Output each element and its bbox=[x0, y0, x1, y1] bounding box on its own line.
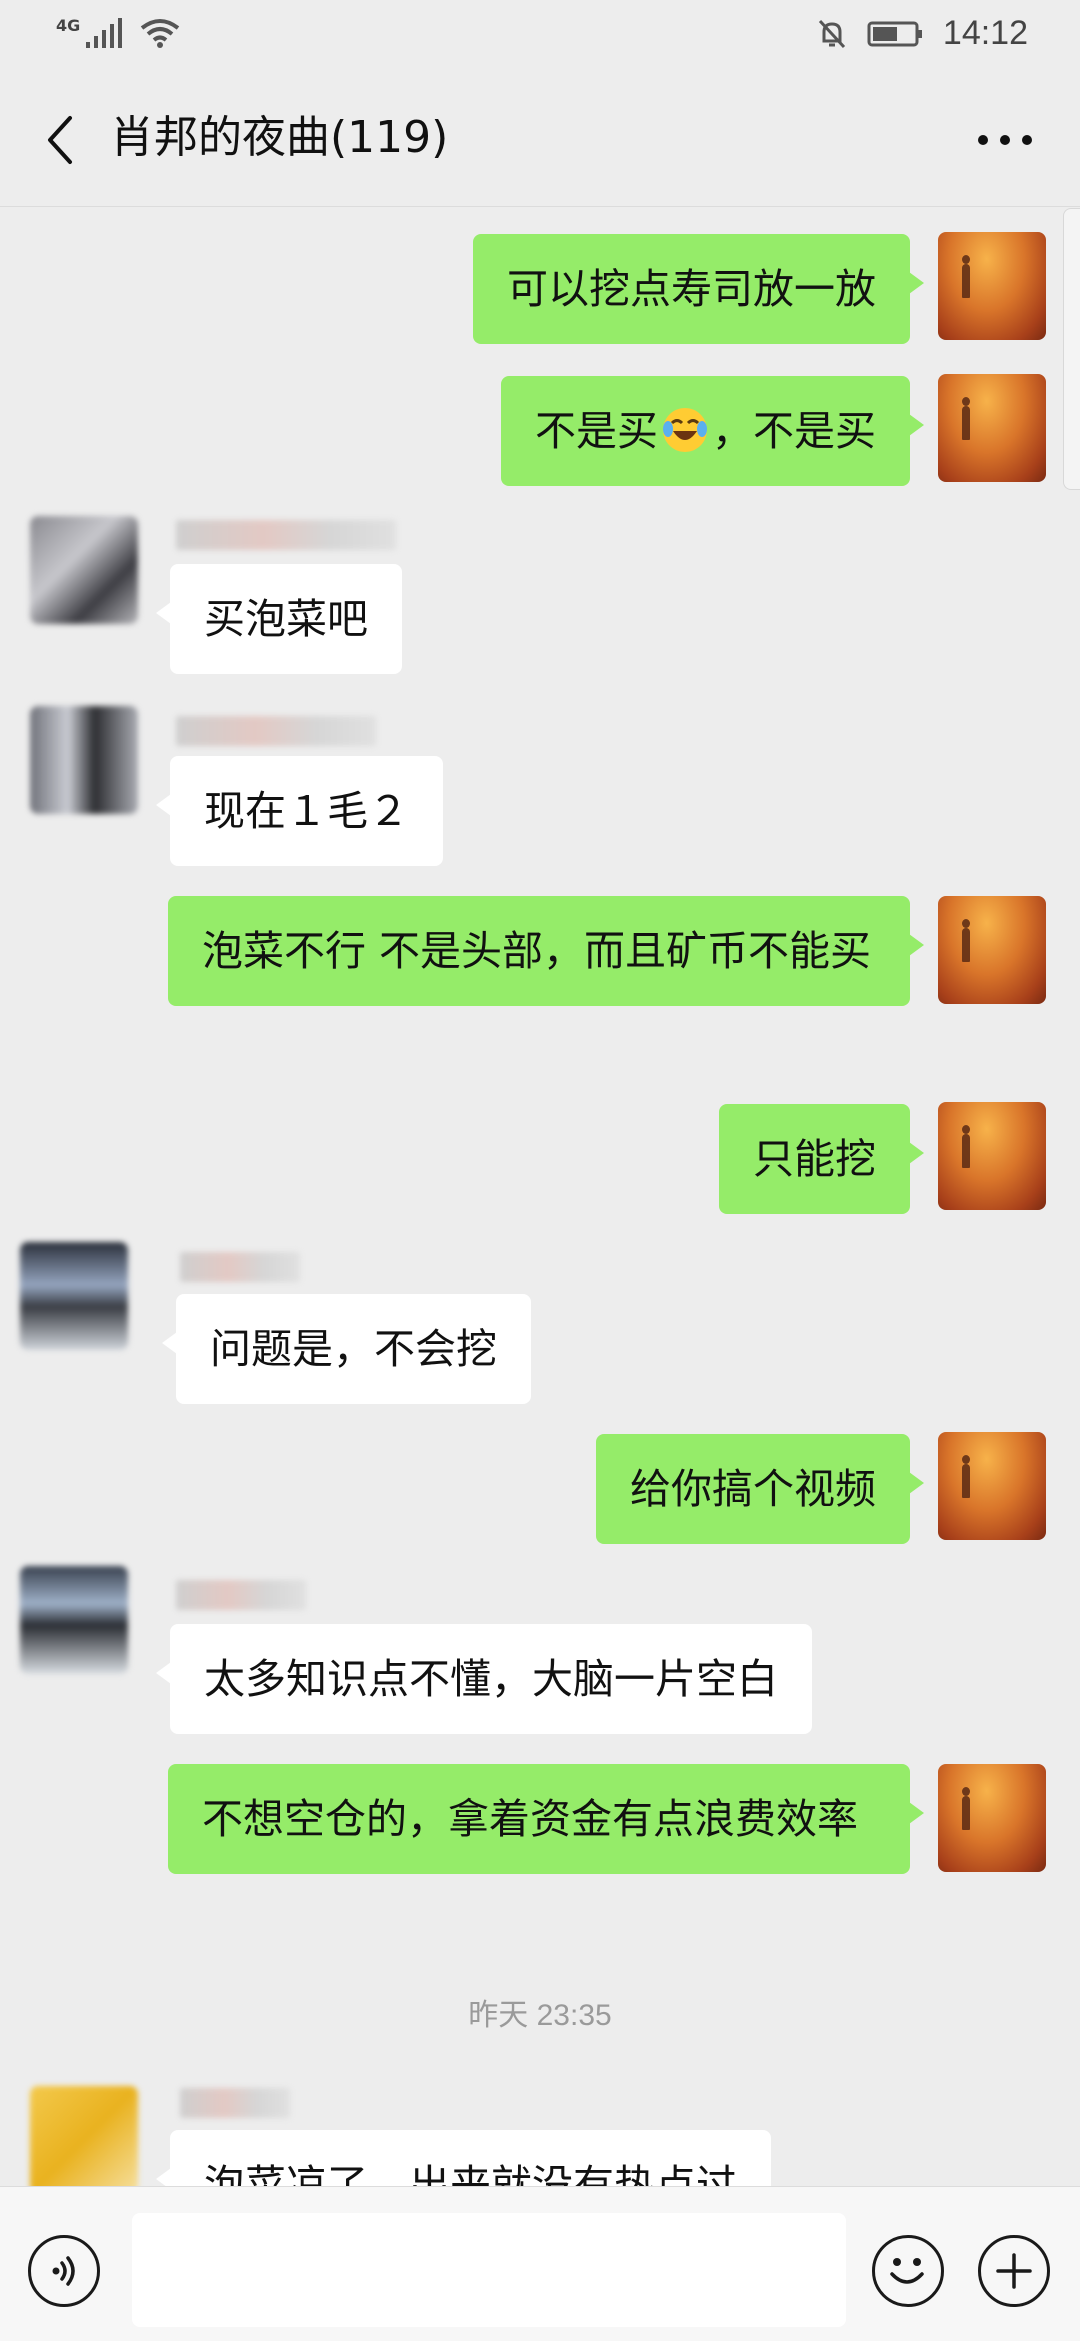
avatar-other[interactable] bbox=[30, 516, 138, 624]
chevron-left-icon bbox=[48, 116, 72, 164]
avatar-self[interactable] bbox=[938, 1102, 1046, 1210]
message-bubble-outgoing[interactable]: 不想空仓的，拿着资金有点浪费效率 bbox=[168, 1764, 924, 1874]
more-button[interactable] bbox=[970, 112, 1040, 168]
chat-title: 肖邦的夜曲(119) bbox=[110, 112, 449, 163]
emoji-icon bbox=[890, 2258, 924, 2284]
sender-nickname bbox=[176, 520, 396, 550]
message-bubble-incoming[interactable]: 问题是，不会挖 bbox=[162, 1294, 531, 1404]
voice-button[interactable] bbox=[28, 2235, 100, 2307]
plus-icon bbox=[996, 2253, 1032, 2289]
back-button[interactable] bbox=[30, 108, 90, 172]
signal-icon bbox=[86, 18, 123, 48]
sender-nickname bbox=[180, 1252, 300, 1282]
avatar-self[interactable] bbox=[938, 232, 1046, 340]
voice-icon bbox=[52, 2256, 75, 2286]
sender-nickname bbox=[176, 1580, 306, 1610]
status-left: 4G bbox=[56, 18, 180, 48]
input-bar bbox=[0, 2186, 1080, 2341]
message-text: 不是买 bbox=[535, 407, 658, 455]
message-bubble-outgoing[interactable]: 不是买 ，不是买 bbox=[501, 376, 924, 486]
avatar-self[interactable] bbox=[938, 1764, 1046, 1872]
status-bar: 4G 14:12 bbox=[0, 0, 1080, 72]
more-dots-icon bbox=[978, 135, 1032, 145]
message-bubble-incoming[interactable]: 现在１毛２ bbox=[156, 756, 443, 866]
message-bubble-outgoing[interactable]: 给你搞个视频 bbox=[596, 1434, 924, 1544]
message-input[interactable] bbox=[132, 2213, 846, 2327]
network-type: 4G bbox=[56, 16, 81, 35]
battery-icon bbox=[867, 21, 922, 46]
message-bubble-incoming[interactable]: 太多知识点不懂，大脑一片空白 bbox=[156, 1624, 812, 1734]
message-bubble-outgoing[interactable]: 可以挖点寿司放一放 bbox=[473, 234, 924, 344]
avatar-other[interactable] bbox=[20, 1242, 128, 1350]
plus-button[interactable] bbox=[978, 2235, 1050, 2307]
message-bubble-outgoing[interactable]: 只能挖 bbox=[719, 1104, 924, 1214]
emoji-button[interactable] bbox=[872, 2235, 944, 2307]
status-time: 14:12 bbox=[942, 14, 1028, 52]
message-timestamp: 昨天 23:35 bbox=[468, 1999, 612, 2032]
avatar-other[interactable] bbox=[30, 706, 138, 814]
sender-nickname bbox=[180, 2088, 290, 2118]
message-bubble-outgoing[interactable]: 泡菜不行 不是头部，而且矿币不能买 bbox=[168, 896, 924, 1006]
wifi-icon bbox=[141, 19, 180, 48]
avatar-self[interactable] bbox=[938, 374, 1046, 482]
message-bubble-incoming[interactable]: 买泡菜吧 bbox=[156, 564, 402, 674]
avatar-other[interactable] bbox=[20, 1566, 128, 1674]
avatar-other[interactable] bbox=[30, 2086, 138, 2194]
sender-nickname bbox=[176, 716, 376, 746]
message-text: ，不是买 bbox=[712, 407, 876, 455]
laughing-crying-emoji bbox=[663, 408, 707, 452]
avatar-self[interactable] bbox=[938, 1432, 1046, 1540]
scrollbar-thumb[interactable] bbox=[1063, 208, 1080, 490]
chat-header: 肖邦的夜曲(119) bbox=[0, 72, 1080, 207]
avatar-self[interactable] bbox=[938, 896, 1046, 1004]
status-right: 14:12 bbox=[815, 14, 1028, 53]
mute-bell-icon bbox=[818, 19, 846, 48]
